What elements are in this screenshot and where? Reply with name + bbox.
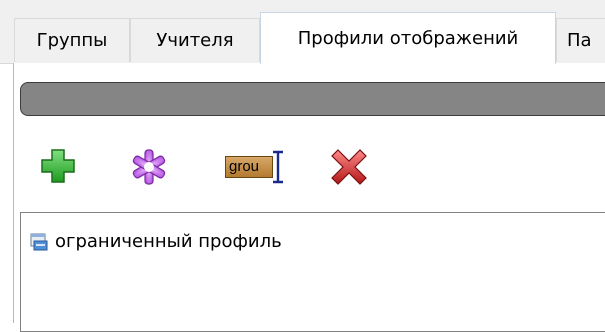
green-plus-icon [41,149,75,183]
purple-asterisk-icon [132,149,166,185]
list-item[interactable]: ограниченный профиль [29,231,282,253]
tab-strip: Группы Учителя Па Профили отображений [0,0,605,64]
tab-display-profiles[interactable]: Профили отображений [260,12,556,64]
red-x-icon [331,149,367,185]
tab-groups[interactable]: Группы [14,18,130,62]
add-profile-button[interactable] [40,148,76,184]
profile-icon [30,233,48,251]
gray-bar [20,82,605,116]
text-cursor-icon [273,150,283,184]
profiles-list[interactable]: ограниченный профиль [20,212,605,332]
tab-teachers[interactable]: Учителя [130,18,260,62]
edit-profile-button[interactable] [130,148,168,186]
delete-profile-button[interactable] [330,148,368,186]
tab-partial[interactable]: Па [556,18,605,62]
rename-profile-button[interactable]: grou [225,150,287,184]
list-item-label: ограниченный профиль [55,231,282,252]
rename-text-icon: grou [225,156,273,178]
